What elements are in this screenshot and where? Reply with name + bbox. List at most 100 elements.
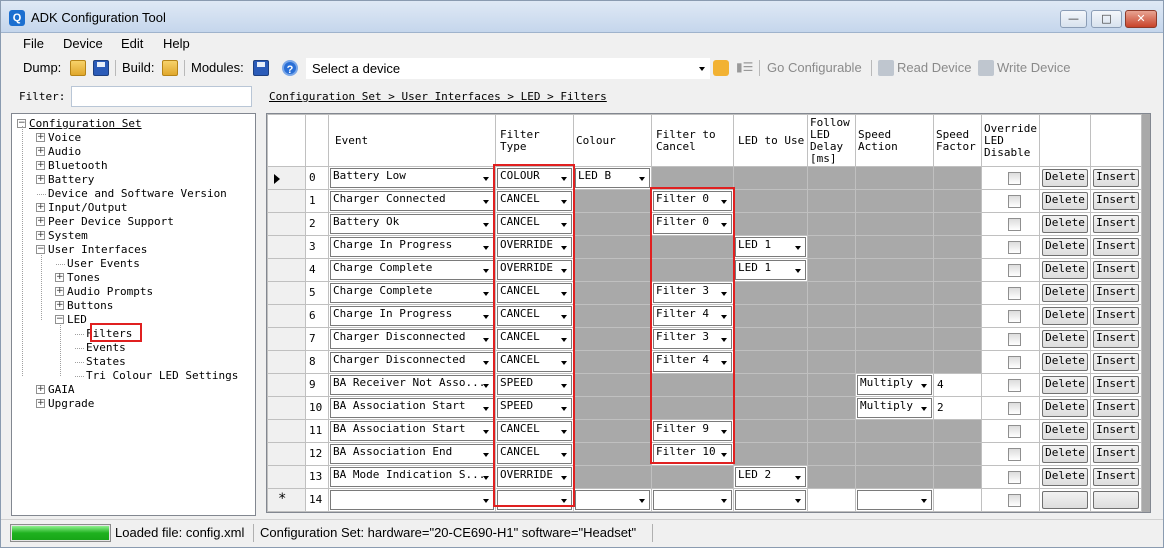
insert-button[interactable]: Insert [1093,445,1139,463]
speed-action-dropdown[interactable]: Multiply [857,375,932,395]
expand-icon[interactable]: + [36,147,45,156]
event-dropdown[interactable]: Battery Low [330,168,494,188]
delete-button[interactable]: Delete [1042,307,1088,325]
event-dropdown[interactable]: BA Receiver Not Asso... [330,375,494,395]
row-header[interactable] [267,350,306,374]
filter-to-cancel-dropdown[interactable]: Filter 0 [653,191,732,211]
delete-button[interactable]: Delete [1042,192,1088,210]
insert-button[interactable]: Insert [1093,284,1139,302]
row-header[interactable] [267,327,306,351]
help-icon[interactable]: ? [282,60,298,76]
override-led-disable-checkbox[interactable] [1008,402,1021,415]
filter-to-cancel-dropdown[interactable]: Filter 9 [653,421,732,441]
menu-help[interactable]: Help [163,36,190,51]
go-configurable-button[interactable]: Go Configurable [767,60,862,75]
override-led-disable-checkbox[interactable] [1008,356,1021,369]
config-tree[interactable]: − Configuration Set + Voice + Audio + Bluetooth… [11,113,256,516]
speed-factor-cell[interactable] [933,488,982,512]
speed-factor-cell[interactable]: 2 [933,396,982,420]
override-led-disable-checkbox[interactable] [1008,195,1021,208]
led-to-use-dropdown[interactable] [735,490,806,510]
menu-edit[interactable]: Edit [121,36,143,51]
row-header[interactable] [267,419,306,443]
filter-type-dropdown[interactable]: OVERRIDE [497,237,572,257]
expand-icon[interactable]: + [36,217,45,226]
colour-dropdown[interactable]: LED B [575,168,650,188]
delete-button[interactable]: Delete [1042,376,1088,394]
row-header[interactable] [267,235,306,259]
event-dropdown[interactable]: Charger Disconnected [330,329,494,349]
insert-button[interactable]: Insert [1093,330,1139,348]
insert-button[interactable]: Insert [1093,261,1139,279]
row-header[interactable] [267,304,306,328]
override-led-disable-checkbox[interactable] [1008,264,1021,277]
expand-icon[interactable]: + [36,231,45,240]
expand-icon[interactable]: + [36,175,45,184]
event-dropdown[interactable]: BA Association Start [330,398,494,418]
tree-item[interactable]: Upgrade [48,397,94,411]
filter-type-dropdown[interactable]: CANCEL [497,352,572,372]
event-dropdown[interactable]: Charge Complete [330,283,494,303]
col-led-to-use[interactable]: LED to Use [733,114,808,167]
tree-item-selected[interactable]: Filters [86,327,132,341]
override-led-disable-checkbox[interactable] [1008,448,1021,461]
event-dropdown[interactable]: Charge Complete [330,260,494,280]
col-filter-type[interactable]: Filter Type [495,114,574,167]
read-device-button[interactable]: Read Device [897,60,971,75]
build-open-folder-icon[interactable] [162,60,178,76]
tree-item[interactable]: Tones [67,271,100,285]
collapse-icon[interactable]: − [36,245,45,254]
row-header[interactable] [267,465,306,489]
tree-item[interactable]: Audio Prompts [67,285,153,299]
insert-button[interactable]: Insert [1093,215,1139,233]
filter-to-cancel-dropdown[interactable]: Filter 4 [653,352,732,372]
row-header[interactable] [267,212,306,236]
tree-item[interactable]: LED [67,313,87,327]
event-dropdown[interactable]: Battery Ok [330,214,494,234]
col-speed-factor[interactable]: Speed Factor [933,114,982,167]
expand-icon[interactable]: + [55,301,64,310]
filter-type-dropdown[interactable] [497,490,572,510]
expand-icon[interactable]: + [36,133,45,142]
insert-button[interactable]: Insert [1093,238,1139,256]
minimize-button[interactable]: — [1060,10,1087,28]
insert-button[interactable]: Insert [1093,399,1139,417]
follow-led-delay-cell[interactable] [807,488,856,512]
row-header[interactable] [267,373,306,397]
led-to-use-dropdown[interactable]: LED 1 [735,260,806,280]
override-led-disable-checkbox[interactable] [1008,333,1021,346]
expand-icon[interactable]: + [55,287,64,296]
expand-icon[interactable]: + [55,273,64,282]
tree-item[interactable]: Battery [48,173,94,187]
override-led-disable-checkbox[interactable] [1008,218,1021,231]
refresh-icon[interactable] [713,60,729,76]
filter-type-dropdown[interactable]: SPEED [497,375,572,395]
insert-button[interactable]: Insert [1093,192,1139,210]
write-device-button[interactable]: Write Device [997,60,1070,75]
tree-item[interactable]: Voice [48,131,81,145]
col-follow-led-delay[interactable]: Follow LED Delay [ms] [807,114,856,167]
col-event[interactable]: Event [328,114,496,167]
row-header[interactable] [267,442,306,466]
row-header[interactable] [267,189,306,213]
tree-item[interactable]: Audio [48,145,81,159]
tree-item[interactable]: User Interfaces [48,243,147,257]
filter-type-dropdown[interactable]: CANCEL [497,283,572,303]
filter-type-dropdown[interactable]: CANCEL [497,191,572,211]
insert-button[interactable]: Insert [1093,468,1139,486]
delete-button[interactable]: Delete [1042,215,1088,233]
insert-button[interactable]: Insert [1093,376,1139,394]
filter-type-dropdown[interactable]: CANCEL [497,214,572,234]
tree-item[interactable]: Events [86,341,126,355]
delete-button[interactable]: Delete [1042,261,1088,279]
event-dropdown[interactable]: BA Association Start [330,421,494,441]
tree-item[interactable]: Input/Output [48,201,127,215]
tree-item[interactable]: Buttons [67,299,113,313]
override-led-disable-checkbox[interactable] [1008,425,1021,438]
filter-type-dropdown[interactable]: OVERRIDE [497,467,572,487]
transport-icon[interactable]: ▮☰ [736,60,753,76]
filter-to-cancel-dropdown[interactable]: Filter 4 [653,306,732,326]
speed-action-dropdown[interactable]: Multiply [857,398,932,418]
tree-item[interactable]: Device and Software Version [48,187,227,201]
row-header[interactable] [267,396,306,420]
